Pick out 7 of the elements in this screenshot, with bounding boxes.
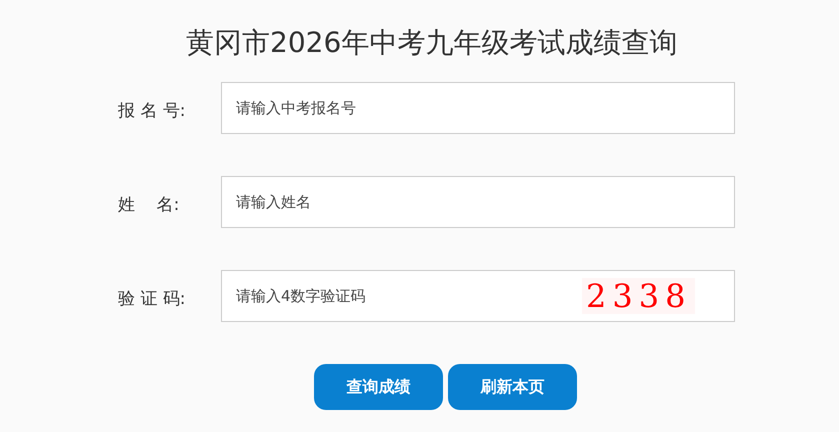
field-label: 验 证 码: [118,288,187,312]
field-label: 姓 名: [118,194,180,218]
field-label: 报 名 号: [118,100,187,124]
action-button[interactable]: 刷新本页 [448,364,577,410]
action-button[interactable]: 查询成绩 [314,364,443,410]
captcha-code[interactable]: 2338 [582,278,696,314]
page-title: 黄冈市2026年中考九年级考试成绩查询 [186,25,678,61]
